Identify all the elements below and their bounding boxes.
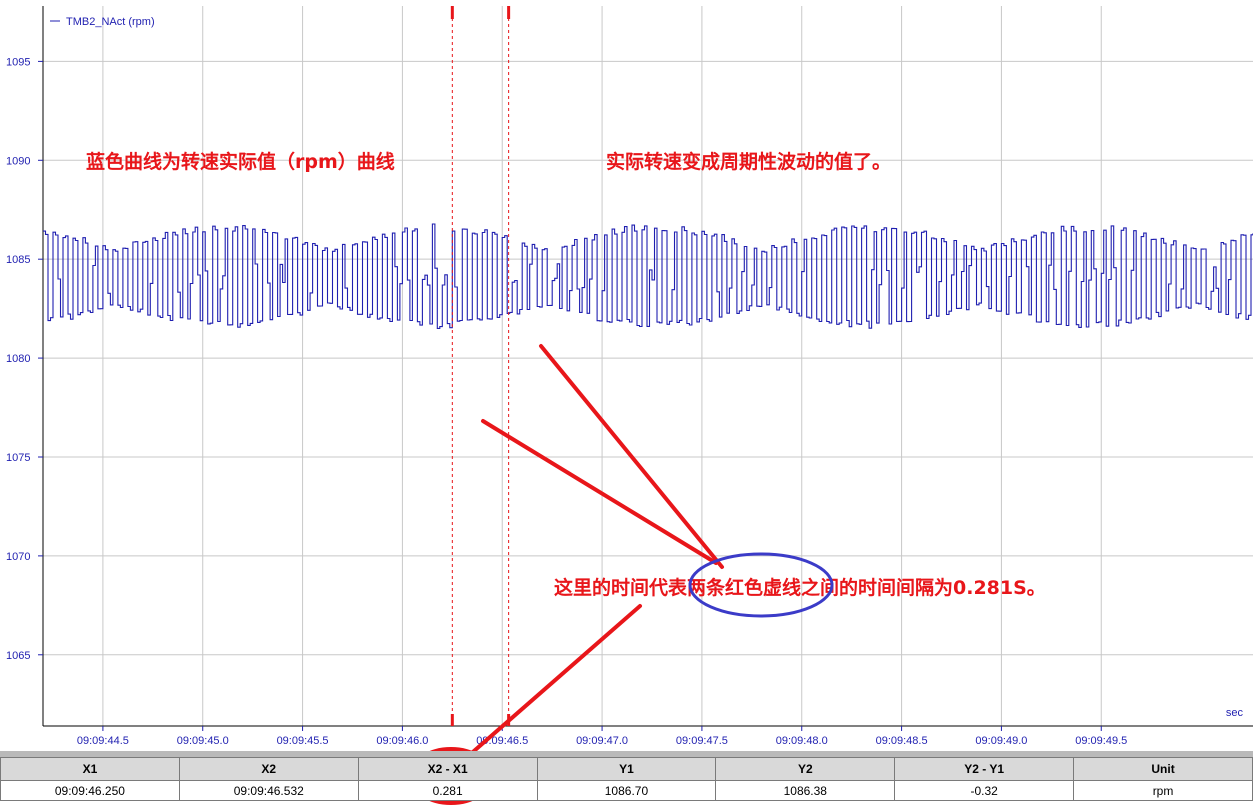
header-x2-x1: X2 - X1 (357, 757, 538, 781)
x-tick-label: 09:09:46.0 (376, 735, 428, 747)
arrow-line-x1 (481, 419, 718, 565)
header-y2-y1: Y2 - Y1 (894, 757, 1075, 781)
value-y2-y1: -0.32 (894, 780, 1075, 801)
x-tick-label: 09:09:47.5 (676, 735, 728, 747)
cursor-handle-bottom-x1[interactable] (450, 714, 454, 726)
value-y2: 1086.38 (715, 780, 896, 801)
y-tick-label: 1065 (6, 650, 30, 662)
cursor-handle-top-x1[interactable] (450, 6, 454, 19)
x-tick-label: 09:09:45.5 (277, 735, 329, 747)
value-y1: 1086.70 (536, 780, 717, 801)
y-tick-label: 1075 (6, 452, 30, 464)
value-x1: 09:09:46.250 (0, 780, 180, 801)
cursor-measurement-table: X1 X2 X2 - X1 Y1 Y2 Y2 - Y1 Unit 09:09:4… (0, 757, 1253, 801)
x-axis: 09:09:44.5 09:09:45.0 09:09:45.5 09:09:46.0… (43, 725, 1253, 747)
header-x1: X1 (0, 757, 180, 781)
header-y2: Y2 (715, 757, 896, 781)
header-x2: X2 (178, 757, 359, 781)
x-tick-label: 09:09:48.0 (776, 735, 828, 747)
annotation-blue-curve: 蓝色曲线为转速实际值（rpm）曲线 (86, 150, 395, 173)
table-header-row: X1 X2 X2 - X1 Y1 Y2 Y2 - Y1 Unit (0, 757, 1253, 781)
arrow-line-table (469, 604, 642, 752)
series-area (43, 223, 1253, 329)
value-x2-x1: 0.281 (357, 780, 538, 801)
x-tick-label: 09:09:49.0 (975, 735, 1027, 747)
y-tick-label: 1070 (6, 551, 30, 563)
cursor-handle-top-x2[interactable] (507, 6, 511, 19)
legend: TMB2_NAct (rpm) (50, 16, 155, 28)
legend-entry: TMB2_NAct (rpm) (66, 16, 155, 28)
annotation-time-interval: 这里的时间代表两条红色虚线之间的时间间隔为0.281S。 (554, 576, 1046, 599)
y-tick-label: 1080 (6, 353, 30, 365)
annotation-periodic: 实际转速变成周期性波动的值了。 (606, 150, 891, 173)
grid-lines (43, 6, 1253, 726)
x-tick-label: 09:09:47.0 (576, 735, 628, 747)
value-unit: rpm (1073, 780, 1253, 801)
x-tick-label: 09:09:45.0 (177, 735, 229, 747)
x-tick-label: 09:09:44.5 (77, 735, 129, 747)
y-axis: 1065 1070 1075 1080 1085 1090 1095 (6, 6, 44, 726)
y-tick-label: 1090 (6, 155, 30, 167)
table-row: 09:09:46.250 09:09:46.532 0.281 1086.70 … (0, 780, 1253, 801)
x-axis-unit: sec (1226, 707, 1244, 719)
x-tick-label: 09:09:48.5 (876, 735, 928, 747)
x-tick-label: 09:09:49.5 (1075, 735, 1127, 747)
header-unit: Unit (1073, 757, 1253, 781)
series-line-tmb2-nact (43, 223, 1253, 329)
header-y1: Y1 (536, 757, 717, 781)
y-tick-label: 1095 (6, 56, 30, 68)
y-tick-label: 1085 (6, 254, 30, 266)
chart-area: 1065107010751080108510901095 09:09:44.5 0… (6, 6, 1253, 752)
value-x2: 09:09:46.532 (178, 780, 359, 801)
cursor-lines[interactable] (450, 6, 511, 726)
